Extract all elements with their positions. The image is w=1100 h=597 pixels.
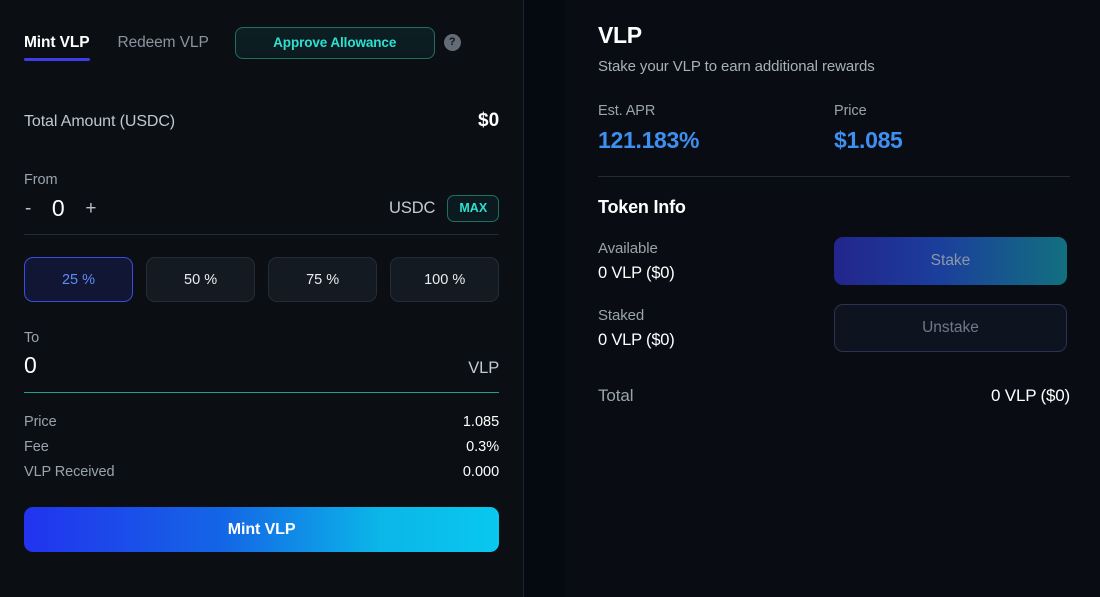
amount-stepper: - +	[24, 195, 97, 222]
stats-row: Est. APR 121.183% Price $1.085	[598, 103, 1070, 154]
mint-panel: Mint VLP Redeem VLP Approve Allowance ? …	[0, 0, 525, 597]
info-left: Staked 0 VLP ($0)	[598, 307, 834, 350]
summary-value: 1.085	[462, 414, 500, 430]
approve-allowance-button[interactable]: Approve Allowance	[234, 26, 435, 59]
from-input-row: - + USDC MAX	[24, 195, 500, 235]
percent-button-row: 25 % 50 % 75 % 100 %	[24, 257, 500, 302]
info-key: Available	[598, 239, 658, 257]
percent-button-75[interactable]: 75 %	[268, 257, 378, 302]
from-token-group: USDC MAX	[389, 195, 500, 222]
to-token-symbol: VLP	[468, 359, 500, 377]
stat-est-apr: Est. APR 121.183%	[598, 103, 834, 154]
decrement-button[interactable]: -	[24, 199, 32, 218]
total-amount-row: Total Amount (USDC) $0	[24, 110, 499, 132]
to-output-row: 0 VLP	[24, 352, 499, 393]
percent-button-25[interactable]: 25 %	[24, 257, 134, 302]
approve-allowance-group: Approve Allowance ?	[234, 26, 461, 59]
total-amount-label: Total Amount (USDC)	[24, 113, 176, 130]
total-row: Total 0 VLP ($0)	[598, 386, 1070, 406]
percent-button-50[interactable]: 50 %	[146, 257, 256, 302]
increment-button[interactable]: +	[84, 199, 97, 218]
from-token-symbol: USDC	[389, 199, 436, 217]
to-amount-value: 0	[24, 352, 37, 378]
divider	[598, 176, 1070, 177]
tab-redeem-vlp[interactable]: Redeem VLP	[118, 34, 209, 61]
panel-header: Mint VLP Redeem VLP Approve Allowance ?	[24, 26, 499, 68]
token-info-row-available: Available 0 VLP ($0) Stake	[598, 237, 1070, 285]
help-icon[interactable]: ?	[443, 34, 461, 51]
stat-value: $1.085	[834, 127, 903, 153]
stat-label: Price	[834, 103, 867, 119]
summary-row-price: Price 1.085	[24, 414, 499, 430]
tab-mint-vlp[interactable]: Mint VLP	[24, 34, 90, 61]
summary-row-vlp-received: VLP Received 0.000	[24, 464, 499, 480]
panel-gap	[524, 0, 565, 597]
token-info-title: Token Info	[598, 197, 686, 217]
info-key: Staked	[598, 306, 645, 324]
summary-key: VLP Received	[24, 464, 115, 480]
info-value: 0 VLP ($0)	[598, 263, 675, 282]
mint-vlp-button[interactable]: Mint VLP	[24, 507, 500, 552]
stat-price: Price $1.085	[834, 103, 1070, 154]
max-button[interactable]: MAX	[447, 195, 500, 222]
info-left: Available 0 VLP ($0)	[598, 240, 834, 283]
summary-list: Price 1.085 Fee 0.3% VLP Received 0.000	[24, 414, 499, 480]
stat-value: 121.183%	[598, 127, 700, 153]
vlp-mint-stake-screen: Mint VLP Redeem VLP Approve Allowance ? …	[0, 0, 1100, 597]
total-amount-value: $0	[478, 110, 500, 131]
unstake-button[interactable]: Unstake	[834, 304, 1067, 352]
summary-key: Price	[24, 414, 57, 430]
summary-row-fee: Fee 0.3%	[24, 439, 499, 455]
page-subtitle: Stake your VLP to earn additional reward…	[598, 58, 875, 75]
from-amount-input[interactable]	[44, 195, 73, 222]
info-value: 0 VLP ($0)	[598, 330, 675, 349]
from-label: From	[24, 172, 58, 188]
stake-button[interactable]: Stake	[834, 237, 1067, 285]
total-label: Total	[598, 386, 634, 405]
stake-panel: VLP Stake your VLP to earn additional re…	[565, 0, 1100, 597]
to-label: To	[24, 330, 40, 346]
summary-key: Fee	[24, 439, 49, 455]
total-value: 0 VLP ($0)	[991, 386, 1070, 405]
tab-bar: Mint VLP Redeem VLP	[24, 34, 209, 61]
page-title: VLP	[598, 22, 642, 48]
summary-value: 0.3%	[466, 439, 500, 455]
summary-value: 0.000	[462, 464, 500, 480]
percent-button-100[interactable]: 100 %	[390, 257, 500, 302]
stat-label: Est. APR	[598, 103, 656, 119]
token-info-row-staked: Staked 0 VLP ($0) Unstake	[598, 304, 1070, 352]
